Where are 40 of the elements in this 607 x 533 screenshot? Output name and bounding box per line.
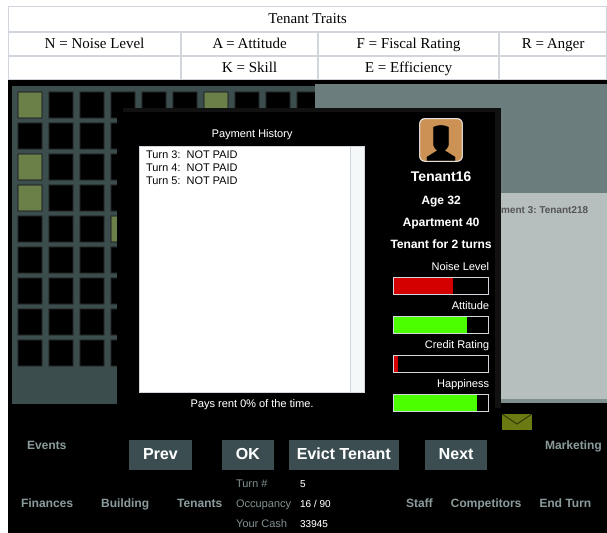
dialog-button[interactable]: OK [222,440,274,470]
menu-item[interactable]: Marketing [545,436,602,454]
dialog-button[interactable]: Evict Tenant [288,440,399,470]
menu-item[interactable]: End Turn [539,494,592,512]
menu-item[interactable]: Competitors [450,494,522,512]
menu-item[interactable]: Events [27,436,66,454]
stat-value: 33945 [300,518,328,532]
menu-item[interactable]: Staff [406,494,433,512]
tenant-tenure: Tenant for 2 turns [390,236,492,253]
apartment-text: ment 3: Tenant218 [501,205,588,216]
meter-label: Noise Level [432,260,489,275]
stat-label: Turn # [236,476,268,492]
tenant-name: Tenant16 [410,167,472,186]
table-title: Tenant Traits [8,6,607,32]
pays-text: Pays rent 0% of the time. [190,396,314,412]
history-entry: Turn 4: NOT PAID [146,162,238,174]
menu-item[interactable]: Building [101,494,150,512]
menu-item[interactable]: Finances [21,494,74,512]
meter-label: Attitude [452,299,489,314]
table-cell-text: K = Skill [222,58,278,78]
envelope-icon [502,414,532,430]
meter-label: Happiness [437,377,489,392]
tenant-age: Age 32 [421,192,461,209]
table-cell-text: N = Noise Level [44,34,144,54]
table-cell-text: E = Efficiency [364,58,452,78]
table-cell-text: A = Attitude [212,34,287,54]
history-entry: Turn 3: NOT PAID [146,148,238,162]
tenant-apartment: Apartment 40 [402,214,480,231]
meter-label: Credit Rating [424,338,489,353]
stat-value: 5 [300,478,306,492]
menu-item[interactable]: Tenants [177,494,222,512]
stat-value: 16 / 90 [300,498,331,512]
stat-label: Your Cash [236,516,288,532]
table-cell-text: R = Anger [522,34,584,54]
table-cell-text: F = Fiscal Rating [356,34,460,54]
history-title: Payment History [212,127,292,142]
dialog-button[interactable]: Next [424,440,488,470]
dialog-button[interactable]: Prev [129,440,192,470]
history-entry: Turn 5: NOT PAID [146,174,238,188]
stat-label: Occupancy [236,496,292,512]
